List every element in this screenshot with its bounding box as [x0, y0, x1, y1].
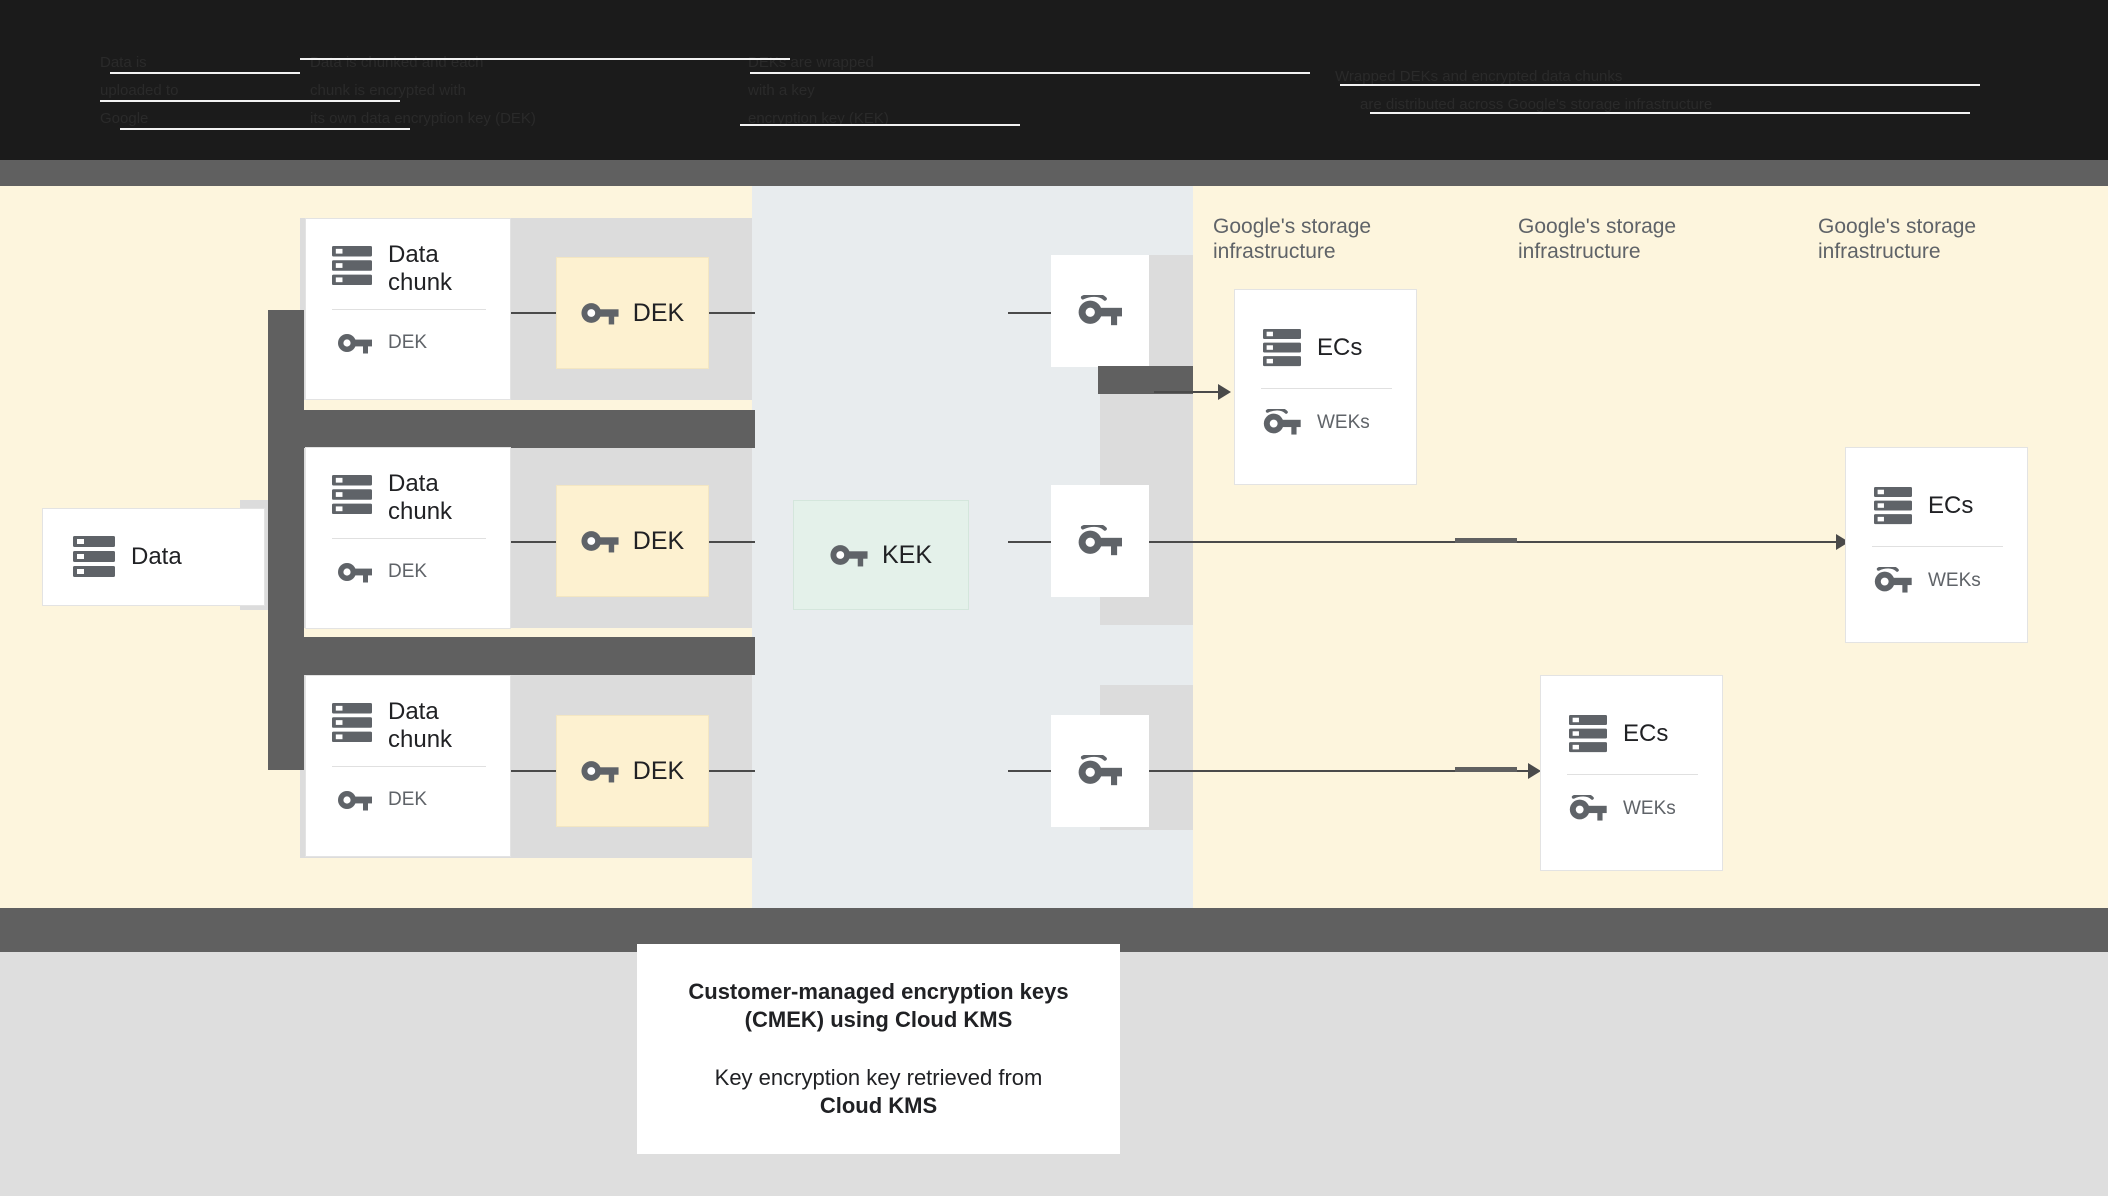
- bracket-arm-bottom: [268, 637, 755, 675]
- storage-1-key-label: WEKs: [1317, 411, 1370, 433]
- region-label-3: Google's storage infrastructure: [1818, 215, 1977, 263]
- header-rule-8: [1340, 84, 1980, 86]
- header-rule-1: [110, 72, 300, 74]
- storage-2-key-label: WEKs: [1928, 569, 1981, 591]
- storage-3-key-label: WEKs: [1623, 797, 1676, 819]
- header-divider-bar: [0, 160, 2108, 186]
- header-text-line-4: Data is chunked and each: [310, 54, 484, 71]
- card-storage-1[interactable]: ECs WEKs: [1234, 289, 1417, 485]
- storage-icon: [1569, 714, 1607, 754]
- chunk-2-key-label: DEK: [388, 561, 428, 582]
- header-rule-2: [300, 58, 590, 60]
- data-source-label: Data: [131, 543, 182, 570]
- dek-1-label: DEK: [632, 298, 685, 327]
- storage-3-title: ECs: [1623, 720, 1669, 747]
- chip-kek[interactable]: KEK: [793, 500, 969, 610]
- connector-chunk3-dek: [511, 770, 556, 772]
- connector-chunk2-dek: [511, 541, 556, 543]
- header-rule-4: [120, 128, 410, 130]
- storage-1-title: ECs: [1317, 334, 1363, 361]
- caption-title-line-2: (CMEK) using Cloud KMS: [744, 1007, 1013, 1032]
- header-rule-9: [1370, 112, 1970, 114]
- arrow-line-storage-1: [1154, 391, 1222, 393]
- caption-body-line-2: Cloud KMS: [819, 1093, 938, 1118]
- tile-wrapped-key-3[interactable]: [1051, 715, 1149, 827]
- storage-icon: [1263, 328, 1301, 368]
- key-icon: [1263, 407, 1301, 436]
- connector-dek2-out: [709, 541, 755, 543]
- key-icon: [1078, 293, 1122, 327]
- key-icon: [338, 561, 372, 583]
- key-icon: [338, 789, 372, 811]
- key-icon: [1569, 793, 1607, 822]
- chunk-2-title: Data chunk: [388, 470, 453, 525]
- caption-body-line-1: Key encryption key retrieved from: [714, 1065, 1043, 1090]
- connector-dek3-out: [709, 770, 755, 772]
- key-icon: [1078, 753, 1122, 787]
- region-label-1: Google's storage infrastructure: [1213, 215, 1372, 263]
- storage-icon: [1874, 486, 1912, 526]
- key-icon: [830, 543, 868, 567]
- chunk-1-key-label: DEK: [388, 332, 428, 353]
- card-data-chunk-2[interactable]: Data chunk DEK: [305, 447, 511, 629]
- key-icon: [581, 759, 619, 783]
- key-icon: [1874, 565, 1912, 594]
- card-storage-2[interactable]: ECs WEKs: [1845, 447, 2028, 643]
- tile-wrapped-key-2[interactable]: [1051, 485, 1149, 597]
- storage-2-title: ECs: [1928, 492, 1974, 519]
- card-data-chunk-1[interactable]: Data chunk DEK: [305, 218, 511, 400]
- header-text-line-6: its own data encryption key (DEK): [310, 110, 536, 127]
- arrow-line-storage-3-accent: [1455, 767, 1517, 772]
- connector-kek-wrapped2: [1008, 541, 1054, 543]
- header-rule-3: [100, 100, 400, 102]
- card-data-chunk-3[interactable]: Data chunk DEK: [305, 675, 511, 857]
- header-rule-6: [750, 72, 1310, 74]
- chip-dek-2[interactable]: DEK: [556, 485, 709, 597]
- connector-wrapped3-in: [1008, 770, 1054, 772]
- caption-title-line-1: Customer-managed encryption keys: [688, 979, 1069, 1004]
- arrow-head-storage-1: [1218, 384, 1231, 400]
- connector-chunk1-dek: [511, 312, 556, 314]
- storage-icon: [73, 535, 115, 579]
- chunk-1-title: Data chunk: [388, 241, 453, 296]
- header-text-line-7: DEKs are wrapped: [748, 54, 874, 71]
- header-text-line-5: chunk is encrypted with: [310, 82, 466, 99]
- key-icon: [581, 301, 619, 325]
- key-icon: [581, 529, 619, 553]
- dek-2-label: DEK: [632, 526, 685, 555]
- storage-icon: [332, 702, 372, 744]
- diagram-canvas: Data is uploaded to Google Data is chunk…: [0, 0, 2108, 1196]
- kek-label: KEK: [881, 540, 933, 569]
- header-rule-5: [560, 58, 790, 60]
- connector-wrapped1-in: [1008, 312, 1054, 314]
- stub-to-storage-1: [1098, 366, 1193, 394]
- header-text-line-9: encryption key (KEK): [748, 110, 889, 127]
- header-text-line-1: Data is: [100, 54, 147, 71]
- chip-dek-3[interactable]: DEK: [556, 715, 709, 827]
- header-text-line-2: uploaded to: [100, 82, 179, 99]
- bracket-arm-top: [268, 410, 755, 448]
- storage-icon: [332, 245, 372, 287]
- dek-3-label: DEK: [632, 756, 685, 785]
- key-icon: [1078, 523, 1122, 557]
- chunk-3-title: Data chunk: [388, 698, 453, 753]
- storage-icon: [332, 474, 372, 516]
- key-icon: [338, 332, 372, 354]
- arrow-line-storage-2-accent: [1455, 538, 1517, 543]
- header-rule-7: [740, 124, 1020, 126]
- connector-dek1-out: [709, 312, 755, 314]
- tile-wrapped-key-1[interactable]: [1051, 255, 1149, 367]
- card-data-source[interactable]: Data: [42, 508, 265, 606]
- header-text-line-3: Google: [100, 110, 149, 127]
- chip-dek-1[interactable]: DEK: [556, 257, 709, 369]
- chunk-3-key-label: DEK: [388, 789, 428, 810]
- header-text-line-8: with a key: [748, 82, 815, 99]
- bracket-spine: [268, 310, 304, 770]
- region-label-2: Google's storage infrastructure: [1518, 215, 1677, 263]
- caption-card: Customer-managed encryption keys (CMEK) …: [637, 944, 1120, 1154]
- card-storage-3[interactable]: ECs WEKs: [1540, 675, 1723, 871]
